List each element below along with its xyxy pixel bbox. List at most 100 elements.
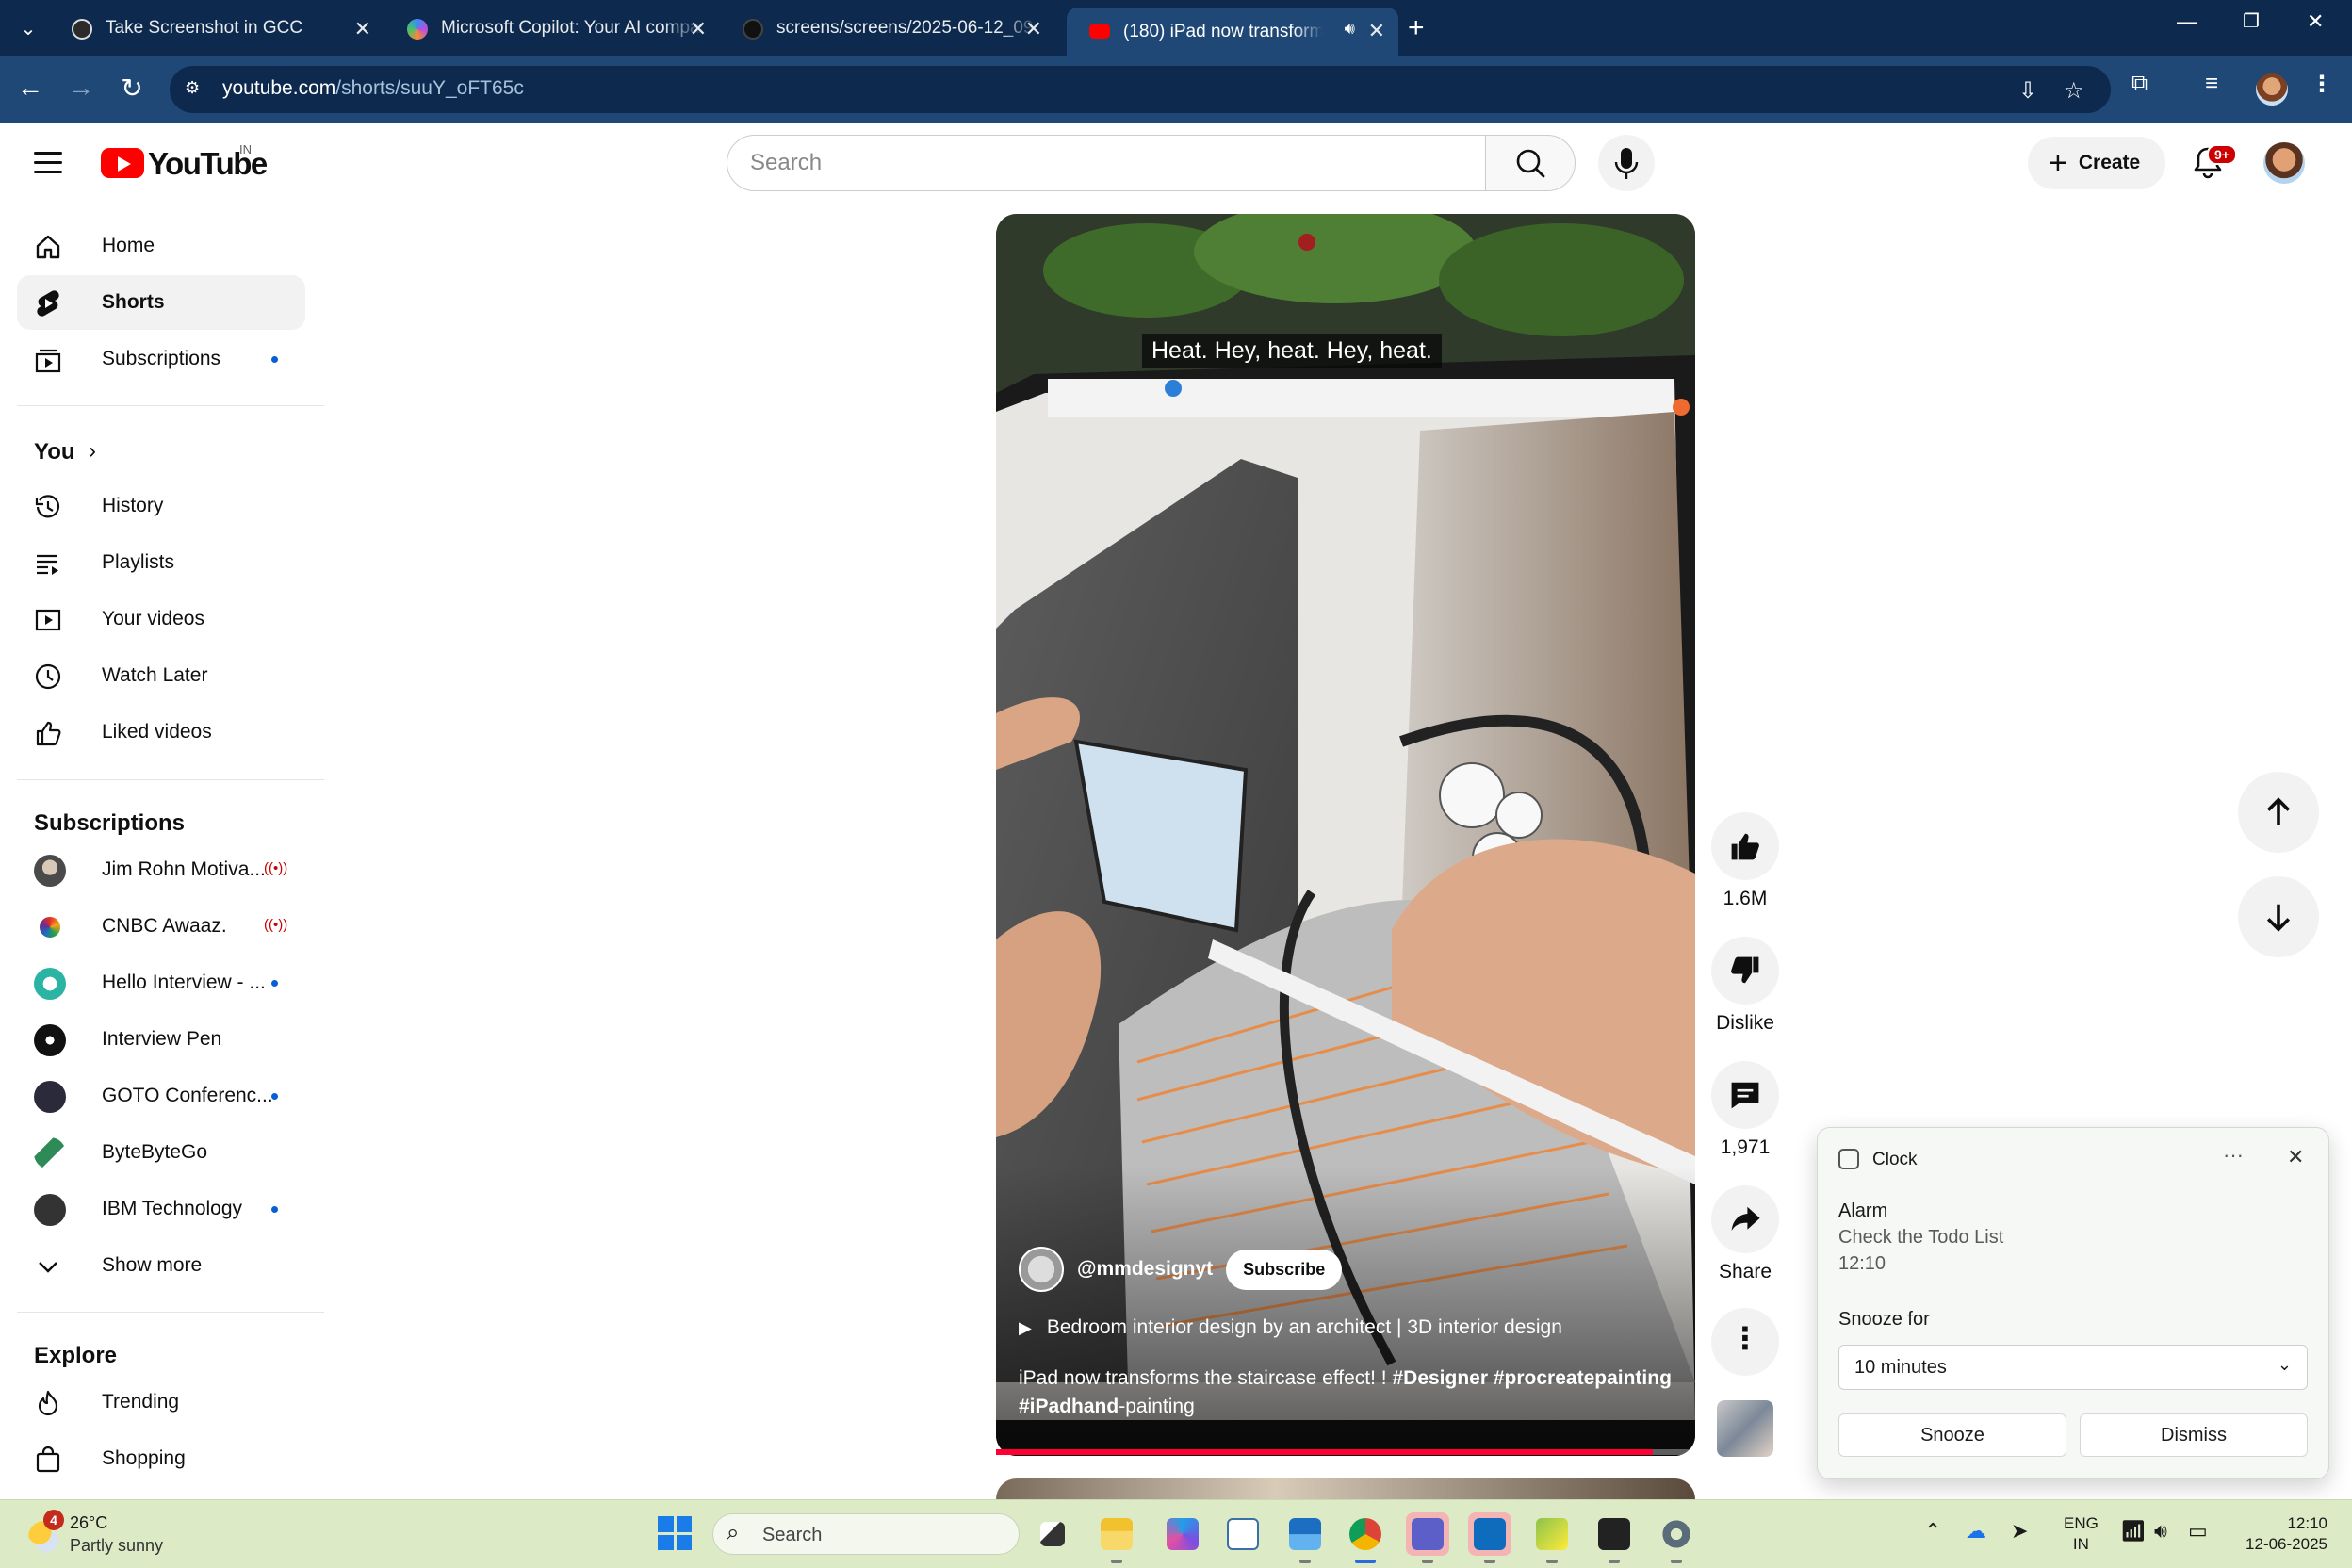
sidebar-item-trending[interactable]: Trending — [17, 1375, 305, 1429]
tab-copilot[interactable]: Microsoft Copilot: Your AI companion ✕ — [384, 6, 720, 51]
reload-icon[interactable]: ↻ — [115, 71, 149, 105]
sidebar-channel-hello-interview[interactable]: Hello Interview - ... — [17, 956, 305, 1010]
taskbar-clock[interactable]: 12:10 12-06-2025 — [2237, 1513, 2328, 1555]
sidebar-channel-interview-pen[interactable]: Interview Pen — [17, 1012, 305, 1067]
install-app-icon[interactable]: ⇩ — [2018, 77, 2037, 105]
browser-profile-avatar[interactable] — [2256, 74, 2288, 106]
snooze-button[interactable]: Snooze — [1838, 1413, 2066, 1457]
next-short-button[interactable] — [2238, 876, 2319, 957]
tab-close-icon[interactable]: ✕ — [1025, 17, 1042, 41]
video-progress-bar[interactable] — [996, 1449, 1695, 1455]
tab-github-screens[interactable]: screens/screens/2025-06-12_09 ✕ — [720, 6, 1055, 51]
channel-avatar[interactable] — [1019, 1247, 1064, 1292]
dismiss-button[interactable]: Dismiss — [2080, 1413, 2308, 1457]
snooze-duration-select[interactable]: 10 minutes ⌄ — [1838, 1345, 2308, 1390]
search-input[interactable] — [750, 149, 1447, 177]
dislike-button[interactable] — [1711, 937, 1779, 1004]
tab-close-icon[interactable]: ✕ — [1368, 19, 1385, 43]
hashtag-link[interactable]: #iPadhand — [1019, 1396, 1119, 1417]
hashtag-link[interactable]: #Designer — [1392, 1367, 1488, 1389]
share-button[interactable] — [1711, 1185, 1779, 1253]
sidebar-item-subscriptions[interactable]: Subscriptions — [17, 332, 305, 386]
sidebar-item-liked-videos[interactable]: Liked videos — [17, 705, 305, 760]
sidebar-item-shorts[interactable]: Shorts — [17, 275, 305, 330]
windows-start-icon[interactable] — [658, 1516, 692, 1550]
audio-source-thumbnail[interactable] — [1717, 1400, 1773, 1457]
voice-search-button[interactable] — [1598, 135, 1655, 191]
wifi-icon[interactable]: 📶︎ — [2120, 1519, 2147, 1544]
settings-gear-icon[interactable] — [1655, 1512, 1698, 1563]
microsoft-365-icon[interactable] — [1161, 1512, 1204, 1556]
tab-youtube-short[interactable]: (180) iPad now transforms the staircase … — [1067, 8, 1398, 56]
sidebar-you-heading[interactable]: You › — [17, 425, 305, 480]
terminal-app-icon[interactable] — [1592, 1512, 1636, 1563]
taskbar-search-box[interactable]: ⌕ Search — [712, 1513, 1020, 1555]
speaker-icon[interactable]: 🔊︎ — [1345, 19, 1355, 39]
outlook-app-icon[interactable] — [1468, 1512, 1511, 1563]
sidebar-item-home[interactable]: Home — [17, 219, 305, 273]
sidebar-channel-jim-rohn[interactable]: Jim Rohn Motiva... ((•)) — [17, 842, 305, 897]
location-arrow-icon[interactable]: ➤ — [2011, 1519, 2028, 1544]
window-app-icon[interactable] — [1221, 1512, 1265, 1556]
search-button[interactable] — [1485, 135, 1576, 191]
show-hidden-icons-chevron-icon[interactable]: ⌃ — [1924, 1519, 1941, 1544]
guide-menu-icon[interactable] — [34, 152, 62, 174]
thumbs-down-icon — [1731, 956, 1759, 984]
sidebar-item-playlists[interactable]: Playlists — [17, 535, 305, 590]
paint-app-icon[interactable] — [1530, 1512, 1574, 1563]
youtube-logo-icon[interactable] — [101, 148, 144, 178]
browser-menu-icon[interactable]: ⋮ — [2311, 71, 2333, 98]
sidebar-item-watch-later[interactable]: Watch Later — [17, 648, 305, 703]
region-code: IN — [2072, 1535, 2089, 1553]
account-avatar[interactable] — [2263, 142, 2305, 184]
forward-icon[interactable]: → — [64, 71, 98, 105]
file-explorer-icon[interactable] — [1095, 1512, 1138, 1563]
sidebar-channel-bytebytego[interactable]: ByteByteGo — [17, 1125, 305, 1180]
comments-button[interactable] — [1711, 1061, 1779, 1129]
input-language-indicator[interactable]: ENG IN — [2064, 1513, 2099, 1555]
music-link[interactable]: ▶ Bedroom interior design by an architec… — [1019, 1316, 1562, 1339]
bookmark-star-icon[interactable]: ☆ — [2064, 77, 2084, 105]
photos-app-icon[interactable] — [1283, 1512, 1327, 1563]
minimize-icon[interactable]: — — [2177, 9, 2197, 34]
site-info-icon[interactable]: ⚙︎ — [185, 78, 207, 101]
previous-short-button[interactable] — [2238, 772, 2319, 853]
tab-close-icon[interactable]: ✕ — [354, 17, 371, 41]
new-tab-plus-icon[interactable]: + — [1408, 11, 1425, 45]
battery-icon[interactable]: ▭ — [2188, 1519, 2208, 1544]
tab-take-screenshot[interactable]: Take Screenshot in GCC ✕ — [49, 6, 384, 51]
sidebar-channel-cnbc-awaaz[interactable]: CNBC Awaaz. ((•)) — [17, 899, 305, 954]
browser-tab-strip: ⌄ Take Screenshot in GCC ✕ Microsoft Cop… — [0, 0, 2352, 56]
onedrive-cloud-icon[interactable]: ☁ — [1966, 1519, 1986, 1544]
sidebar-item-your-videos[interactable]: Your videos — [17, 592, 305, 646]
teams-app-icon[interactable] — [1406, 1512, 1449, 1563]
more-options-vertical-dots-icon[interactable]: ⋮ — [1711, 1308, 1779, 1376]
sidebar-item-shopping[interactable]: Shopping — [17, 1431, 305, 1486]
sidebar-item-history[interactable]: History — [17, 479, 305, 533]
back-icon[interactable]: ← — [13, 71, 47, 105]
sidebar-item-label: Home — [102, 235, 155, 256]
hashtag-link[interactable]: #procreatepainting — [1494, 1367, 1672, 1389]
channel-name[interactable]: @mmdesignyt — [1077, 1258, 1213, 1281]
url-text[interactable]: youtube.com/shorts/suuY_oFT65c — [222, 77, 524, 100]
volume-icon[interactable]: 🔊︎ — [2154, 1519, 2167, 1544]
media-controls-icon[interactable]: ≡ — [2205, 71, 2218, 97]
like-button[interactable] — [1711, 812, 1779, 880]
address-bar[interactable]: ⚙︎ youtube.com/shorts/suuY_oFT65c ⇩ ☆ — [170, 66, 2111, 113]
tab-search-chevron-icon[interactable]: ⌄ — [11, 11, 45, 45]
search-field[interactable] — [727, 135, 1486, 191]
tab-close-icon[interactable]: ✕ — [690, 17, 707, 41]
create-button[interactable]: + Create — [2028, 137, 2165, 189]
more-options-horizontal-dots-icon[interactable]: ··· — [2223, 1143, 2244, 1168]
sidebar-channel-goto-conferences[interactable]: GOTO Conferenc... — [17, 1069, 305, 1123]
close-window-icon[interactable]: ✕ — [2307, 9, 2324, 34]
restore-icon[interactable]: ❐ — [2243, 9, 2260, 33]
subscribe-button[interactable]: Subscribe — [1226, 1249, 1343, 1290]
chrome-browser-icon[interactable] — [1344, 1512, 1387, 1563]
close-notification-icon[interactable]: ✕ — [2287, 1145, 2304, 1169]
sidebar-show-more[interactable]: Show more — [17, 1238, 305, 1293]
sidebar-channel-ibm-technology[interactable]: IBM Technology — [17, 1182, 305, 1236]
task-view-icon[interactable] — [1031, 1512, 1074, 1556]
create-label: Create — [2078, 152, 2141, 173]
extensions-icon[interactable]: ⧉ — [2132, 71, 2148, 97]
